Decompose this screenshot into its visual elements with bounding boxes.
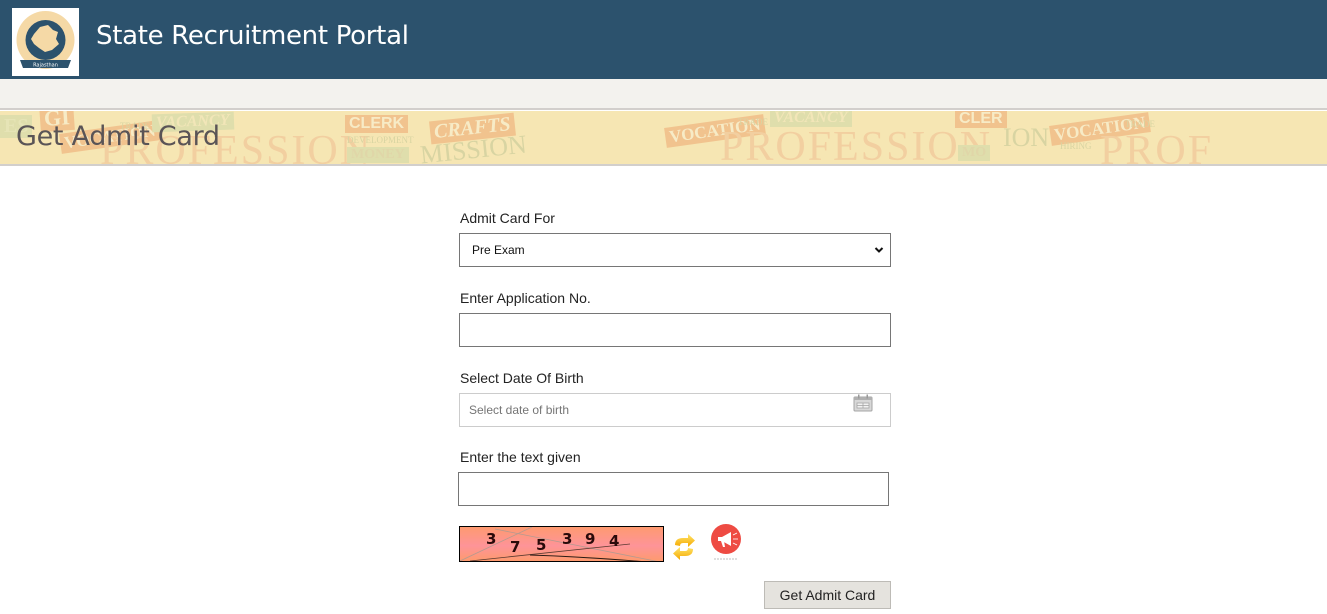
admit-card-for-label: Admit Card For: [460, 210, 555, 226]
site-title: State Recruitment Portal: [96, 21, 409, 51]
audio-megaphone-icon[interactable]: [709, 523, 743, 561]
get-admit-card-button[interactable]: Get Admit Card: [764, 581, 891, 609]
captcha-digit: 3: [486, 530, 497, 548]
page-banner: ES GI VOCATION TRADE VACANCY PROFESSION …: [0, 111, 1327, 166]
captcha-text-input[interactable]: [458, 472, 889, 506]
banner-decor: MO: [958, 145, 991, 161]
banner-decor: TRADE: [1125, 119, 1155, 129]
banner-decor: CLERK: [345, 115, 409, 133]
banner-decor: MONEY: [347, 147, 409, 163]
application-no-input[interactable]: [459, 313, 891, 347]
banner-decor: DEVELOPMENT: [347, 135, 414, 145]
refresh-icon[interactable]: [670, 532, 698, 562]
dob-label: Select Date Of Birth: [460, 370, 584, 386]
svg-text:Rajasthan: Rajasthan: [33, 63, 58, 69]
banner-decor: CRAFTS: [429, 112, 516, 145]
captcha-digit: 3: [562, 530, 573, 548]
admit-card-for-select[interactable]: Pre Exam: [459, 233, 891, 267]
captcha-image: 3 7 5 3 9 4: [459, 526, 664, 562]
captcha-digit: 4: [609, 532, 620, 550]
banner-decor: VOCATION: [664, 114, 766, 148]
application-no-label: Enter Application No.: [460, 290, 591, 306]
page-title: Get Admit Card: [16, 121, 220, 152]
banner-decor: CLER: [955, 111, 1007, 128]
banner-decor: VOCATION: [1049, 112, 1151, 146]
banner-decor: ION: [1003, 123, 1050, 152]
captcha-text-label: Enter the text given: [460, 449, 581, 465]
admit-card-for-selected: Pre Exam: [472, 243, 525, 257]
banner-decor: PROFESSION: [720, 124, 993, 166]
portal-logo[interactable]: Rajasthan: [12, 8, 79, 76]
calendar-icon[interactable]: [853, 394, 873, 412]
captcha-digit: 5: [536, 536, 547, 554]
nav-strip: [0, 79, 1327, 110]
emblem-icon: Rajasthan: [16, 11, 75, 69]
banner-decor: HIRING: [1060, 141, 1092, 151]
captcha-digit: 9: [585, 530, 596, 548]
banner-decor: MISSION: [418, 129, 529, 166]
top-header: Rajasthan State Recruitment Portal: [0, 0, 1327, 79]
captcha-digit: 7: [510, 538, 521, 556]
banner-decor: TRADE: [738, 117, 768, 127]
chevron-down-icon: [874, 247, 884, 253]
banner-decor: VACANCY: [770, 111, 852, 127]
banner-decor: PROF: [1100, 128, 1214, 166]
dob-input[interactable]: [459, 393, 891, 427]
